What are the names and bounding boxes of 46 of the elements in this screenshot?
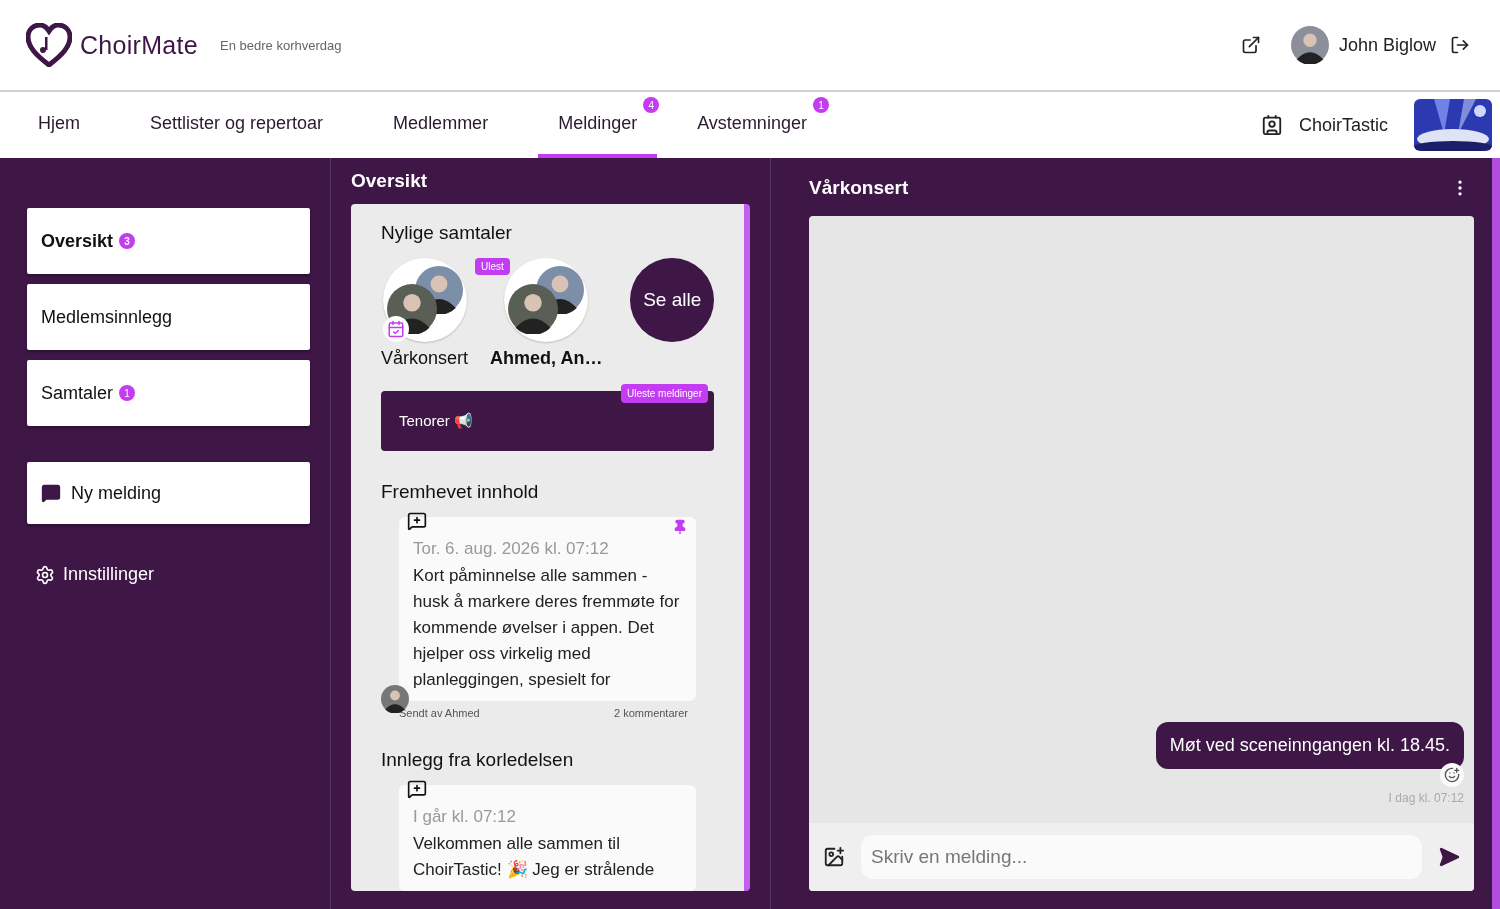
sidebar-item[interactable]: Samtaler 1	[27, 360, 310, 426]
calendar-icon	[382, 316, 409, 342]
post-date: Tor. 6. aug. 2026 kl. 07:12	[413, 539, 610, 559]
avatar-icon	[508, 284, 559, 334]
unread-badge: Uleste meldinger	[620, 384, 708, 403]
nav-tab[interactable]: Settlister og repertoar	[130, 92, 344, 158]
add-reaction-icon[interactable]	[1440, 763, 1464, 787]
sidebar-item[interactable]: Medlemsinnlegg	[27, 284, 310, 350]
section-title: Nylige samtaler	[381, 222, 513, 244]
nav-tab[interactable]: Hjem	[18, 92, 100, 158]
user-name: John Biglow	[1338, 34, 1436, 56]
choir-name: ChoirTastic	[1298, 114, 1388, 136]
section-title: Innlegg fra korledelsen	[381, 749, 575, 771]
conversation-name: Vårkonsert	[381, 348, 469, 369]
post-text: Kort påminnelse alle sammen - husk å markere deres fremmøte for kommende øvelser i appen. Det hjelper oss virkelig med planleggingen, spesielt for	[413, 565, 681, 691]
settings-icon	[35, 564, 55, 585]
settings-button[interactable]: Innstillinger	[27, 564, 310, 585]
count-badge: 1	[812, 97, 829, 113]
section-title: Fremhevet innhold	[381, 481, 540, 503]
post-card[interactable]: I går kl. 07:12 Velkommen alle sammen til ChoirTastic! 🎉 Jeg er strålende	[399, 785, 696, 891]
count-badge: 4	[643, 97, 660, 113]
see-all-button[interactable]: Se alle	[630, 258, 714, 342]
new-message-button[interactable]: Ny melding	[27, 462, 310, 524]
comment-count[interactable]: 2 kommentarer	[614, 707, 688, 719]
message-icon	[41, 483, 61, 503]
post-card[interactable]: Tor. 6. aug. 2026 kl. 07:12 Kort påminnelse alle sammen - husk å markere deres fremmøte for kommende øvelser i appen. Det hjelper oss virkelig med planleggingen, spesielt for	[399, 517, 696, 701]
tagline: En bedre korhverdag	[220, 37, 342, 53]
post-date: I går kl. 07:12	[413, 807, 517, 827]
count-badge: 3	[119, 233, 136, 249]
avatar-icon	[1290, 26, 1329, 64]
post-icon	[407, 779, 427, 799]
post-icon	[407, 511, 427, 531]
sidebar-item[interactable]: Oversikt 3	[27, 208, 310, 274]
chat-title: Vårkonsert	[809, 177, 909, 199]
logo-text: ChoirMate	[80, 30, 199, 60]
unread-badge: Ulest	[475, 258, 510, 275]
nav-tab[interactable]: Medlemmer	[373, 92, 509, 158]
message-input[interactable]: Skriv en melding...	[861, 835, 1422, 879]
nav-tab[interactable]: Meldinger 4	[538, 92, 658, 158]
nav-tab[interactable]: Avstemninger 1	[677, 92, 827, 158]
message-bubble: Møt ved sceneinngangen kl. 18.45.	[1155, 722, 1464, 769]
post-text: Velkommen alle sammen til ChoirTastic! 🎉 Jeg er strålende	[413, 833, 656, 881]
count-badge: 1	[119, 385, 136, 401]
column-title: Oversikt	[351, 170, 429, 192]
conversation-name: Ahmed, An…	[490, 348, 603, 369]
logo-icon	[26, 23, 72, 67]
